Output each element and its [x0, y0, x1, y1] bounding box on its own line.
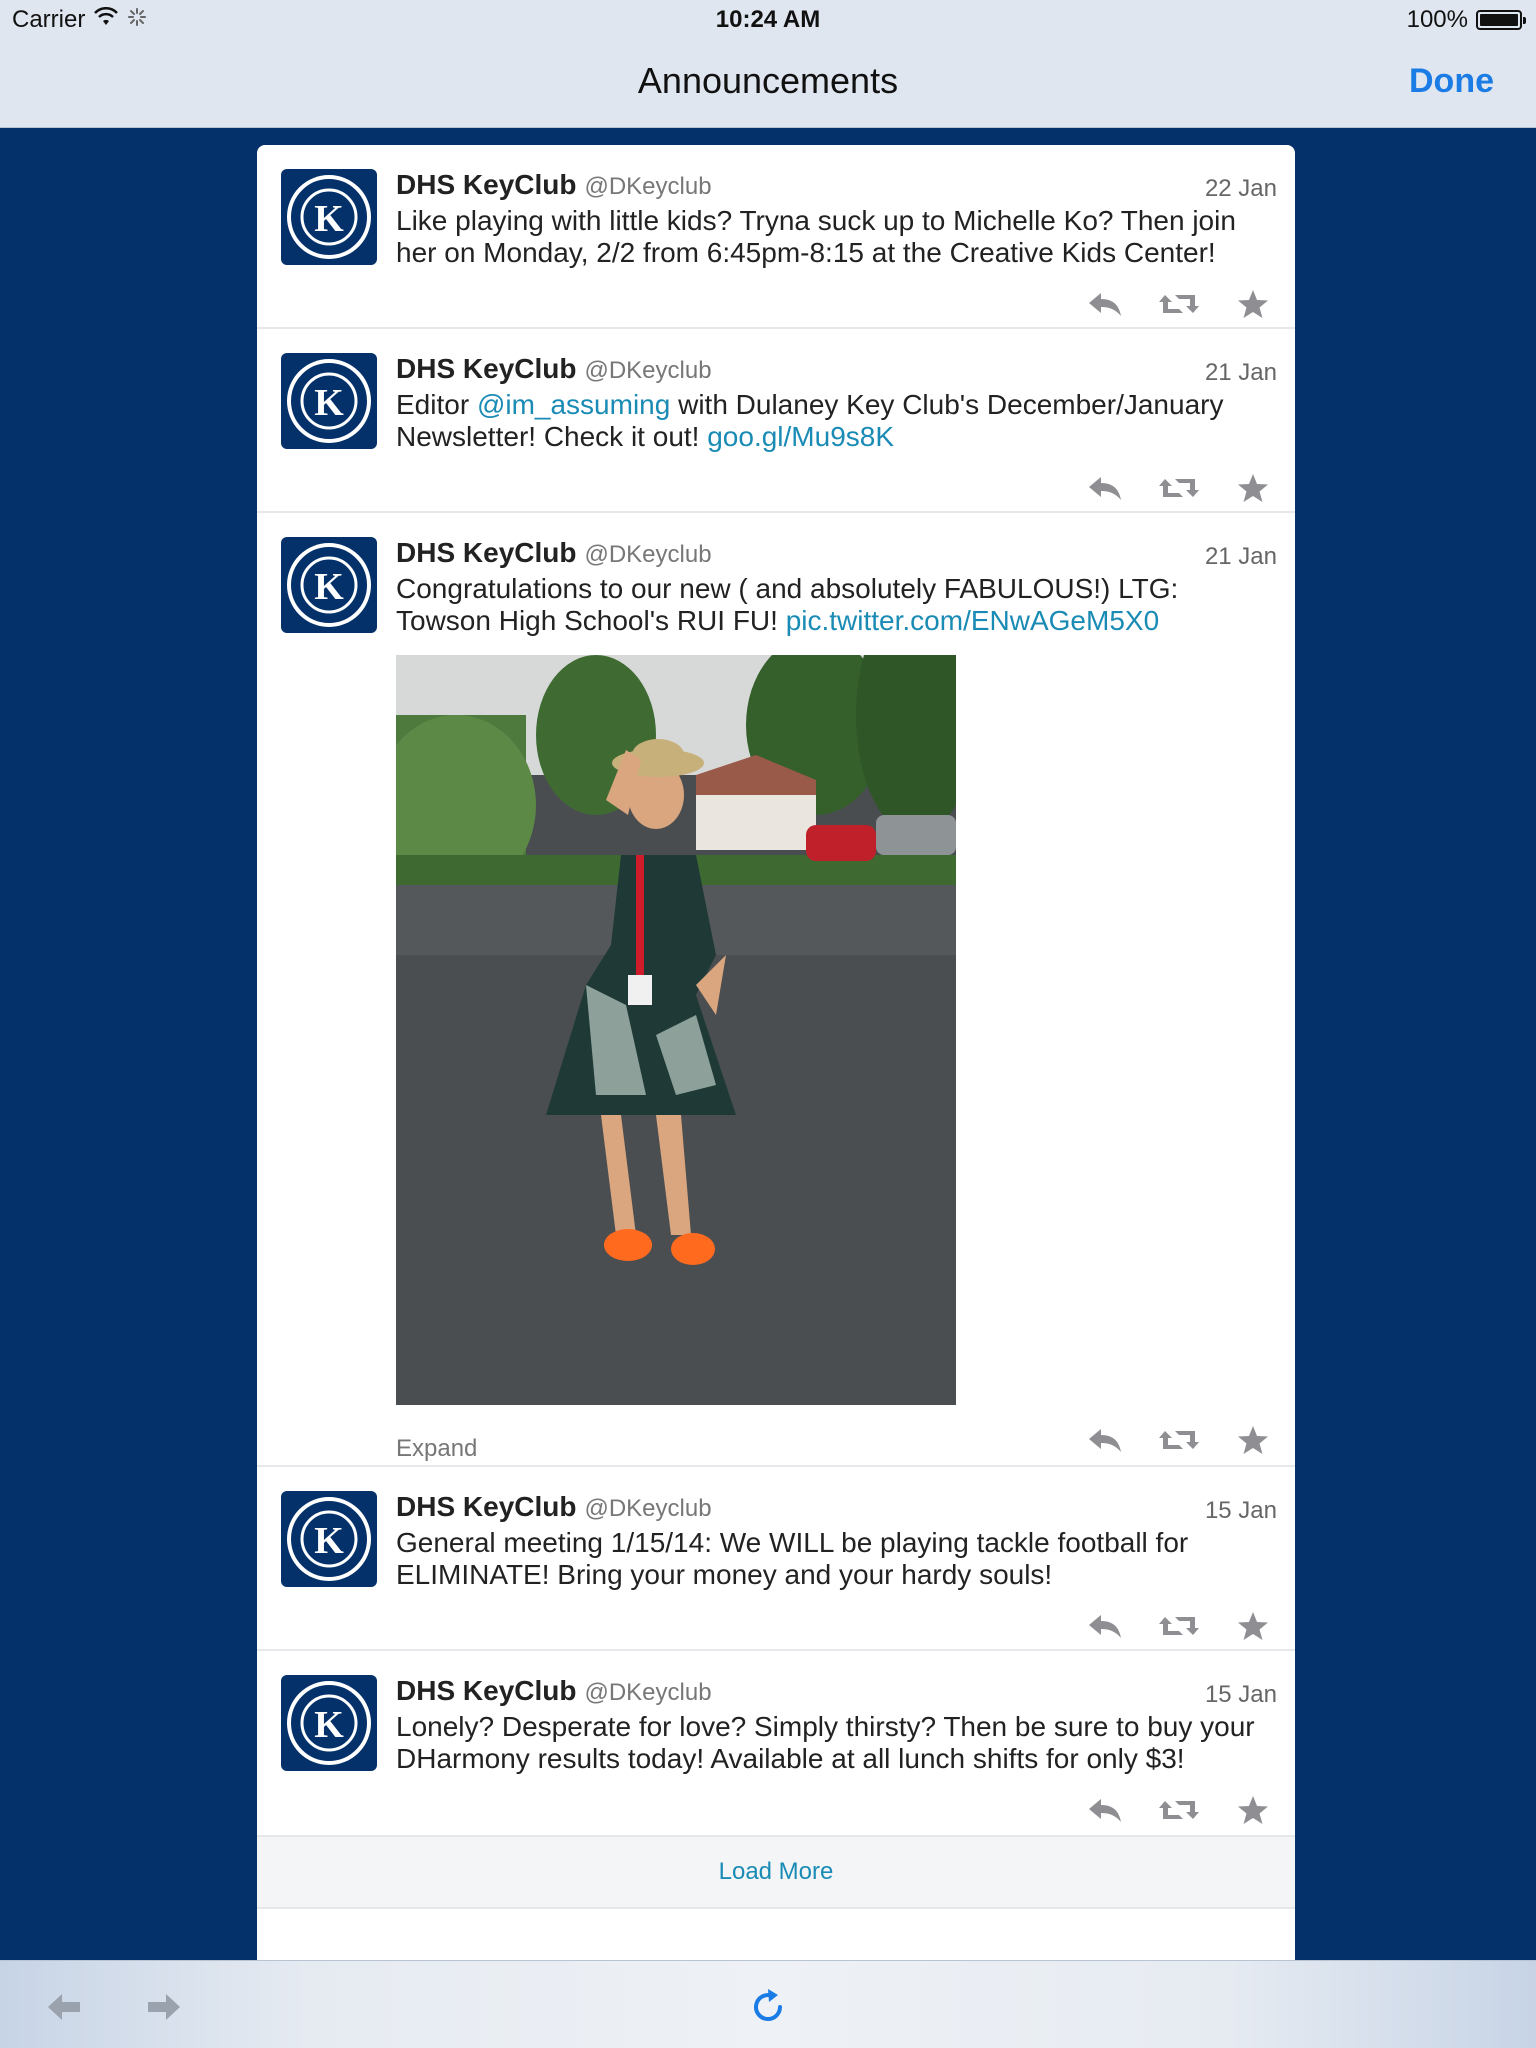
tweet-timeline[interactable]: K DHS KeyClub @DKeyclub 22 Jan Like play…: [257, 145, 1295, 1960]
reply-icon[interactable]: [1083, 1418, 1127, 1462]
author-handle[interactable]: @DKeyclub: [584, 1495, 711, 1523]
retweet-icon[interactable]: [1157, 1604, 1201, 1648]
key-club-logo: K: [287, 543, 371, 627]
author-handle[interactable]: @DKeyclub: [584, 1679, 711, 1707]
svg-text:K: K: [314, 1520, 344, 1562]
author-handle[interactable]: @DKeyclub: [584, 541, 711, 569]
avatar[interactable]: K: [281, 537, 377, 633]
avatar[interactable]: K: [281, 169, 377, 265]
load-more-button[interactable]: Load More: [257, 1835, 1295, 1909]
tweet-header: DHS KeyClub @DKeyclub: [396, 537, 1277, 573]
page-title: Announcements: [637, 60, 899, 101]
tweet-body: DHS KeyClub @DKeyclub 22 Jan Like playin…: [396, 145, 1277, 339]
key-club-logo: K: [287, 1497, 371, 1581]
battery-percent: 100%: [1406, 6, 1468, 33]
refresh-icon[interactable]: [744, 1983, 792, 2031]
author-name[interactable]: DHS KeyClub: [396, 1491, 576, 1523]
reply-icon[interactable]: [1083, 282, 1127, 326]
retweet-icon[interactable]: [1157, 1418, 1201, 1462]
mention-link[interactable]: @im_assuming: [477, 389, 670, 420]
svg-text:K: K: [314, 566, 344, 608]
tweet-text: Congratulations to our new ( and absolut…: [396, 573, 1277, 637]
status-bar: Carrier 10:24 AM 100%: [0, 0, 1536, 40]
tweet-item[interactable]: K DHS KeyClub @DKeyclub 15 Jan Lonely? D…: [257, 1651, 1295, 1835]
author-name[interactable]: DHS KeyClub: [396, 1675, 576, 1707]
photo-footer: Expand: [396, 1405, 1277, 1475]
tweet-item[interactable]: K DHS KeyClub @DKeyclub 21 Jan Congratul…: [257, 513, 1295, 1467]
battery-group: 100%: [1406, 6, 1526, 34]
favorite-icon[interactable]: [1231, 1604, 1275, 1648]
photo-link[interactable]: pic.twitter.com/ENwAGeM5X0: [786, 605, 1159, 636]
author-name[interactable]: DHS KeyClub: [396, 353, 576, 385]
tweet-date: 21 Jan: [1204, 359, 1277, 386]
key-club-logo: K: [287, 175, 371, 259]
nav-bar: Announcements Done: [0, 40, 1536, 128]
author-name[interactable]: DHS KeyClub: [396, 537, 576, 569]
svg-text:K: K: [314, 1704, 344, 1746]
avatar[interactable]: K: [281, 353, 377, 449]
tweet-text: General meeting 1/15/14: We WILL be play…: [396, 1527, 1189, 1590]
svg-text:K: K: [314, 382, 344, 424]
tweet-body: DHS KeyClub @DKeyclub 15 Jan General mee…: [396, 1467, 1277, 1661]
clock: 10:24 AM: [715, 6, 821, 33]
tweet-item[interactable]: K DHS KeyClub @DKeyclub 21 Jan Editor @i…: [257, 329, 1295, 513]
favorite-icon[interactable]: [1231, 1788, 1275, 1832]
url-link[interactable]: goo.gl/Mu9s8K: [707, 421, 894, 452]
author-handle[interactable]: @DKeyclub: [584, 357, 711, 385]
tweet-body: DHS KeyClub @DKeyclub 15 Jan Lonely? Des…: [396, 1651, 1277, 1845]
tweet-header: DHS KeyClub @DKeyclub: [396, 1675, 1277, 1711]
tweet-text: Lonely? Desperate for love? Simply thirs…: [396, 1711, 1255, 1774]
tweet-item[interactable]: K DHS KeyClub @DKeyclub 22 Jan Like play…: [257, 145, 1295, 329]
tweet-header: DHS KeyClub @DKeyclub: [396, 353, 1277, 389]
author-handle[interactable]: @DKeyclub: [584, 173, 711, 201]
forward-arrow-icon[interactable]: [140, 1983, 188, 2031]
favorite-icon[interactable]: [1231, 1418, 1275, 1462]
tweet-body: DHS KeyClub @DKeyclub 21 Jan Congratulat…: [396, 513, 1277, 1475]
retweet-icon[interactable]: [1157, 466, 1201, 510]
tweet-date: 22 Jan: [1204, 175, 1277, 202]
key-club-logo: K: [287, 1681, 371, 1765]
tweet-header: DHS KeyClub @DKeyclub: [396, 169, 1277, 205]
svg-text:K: K: [314, 198, 344, 240]
reply-icon[interactable]: [1083, 1604, 1127, 1648]
avatar[interactable]: K: [281, 1675, 377, 1771]
favorite-icon[interactable]: [1231, 466, 1275, 510]
tweet-item[interactable]: K DHS KeyClub @DKeyclub 15 Jan General m…: [257, 1467, 1295, 1651]
tweet-date: 15 Jan: [1204, 1681, 1277, 1708]
tweet-actions: [1083, 1405, 1277, 1475]
reply-icon[interactable]: [1083, 466, 1127, 510]
favorite-icon[interactable]: [1231, 282, 1275, 326]
tweet-body: DHS KeyClub @DKeyclub 21 Jan Editor @im_…: [396, 329, 1277, 523]
battery-icon: [1476, 10, 1526, 30]
tweet-text: Editor @im_assuming with Dulaney Key Clu…: [396, 389, 1277, 453]
tweet-text: Like playing with little kids? Tryna suc…: [396, 205, 1236, 268]
browser-toolbar: [0, 1960, 1536, 2048]
retweet-icon[interactable]: [1157, 282, 1201, 326]
tweet-header: DHS KeyClub @DKeyclub: [396, 1491, 1277, 1527]
tweet-photo[interactable]: [396, 655, 956, 1405]
key-club-logo: K: [287, 359, 371, 443]
tweet-text-part: Editor: [396, 389, 477, 420]
done-button[interactable]: Done: [1409, 62, 1494, 101]
back-arrow-icon[interactable]: [40, 1983, 88, 2031]
tweet-date: 21 Jan: [1204, 543, 1277, 570]
reply-icon[interactable]: [1083, 1788, 1127, 1832]
tweet-date: 15 Jan: [1204, 1497, 1277, 1524]
retweet-icon[interactable]: [1157, 1788, 1201, 1832]
author-name[interactable]: DHS KeyClub: [396, 169, 576, 201]
avatar[interactable]: K: [281, 1491, 377, 1587]
